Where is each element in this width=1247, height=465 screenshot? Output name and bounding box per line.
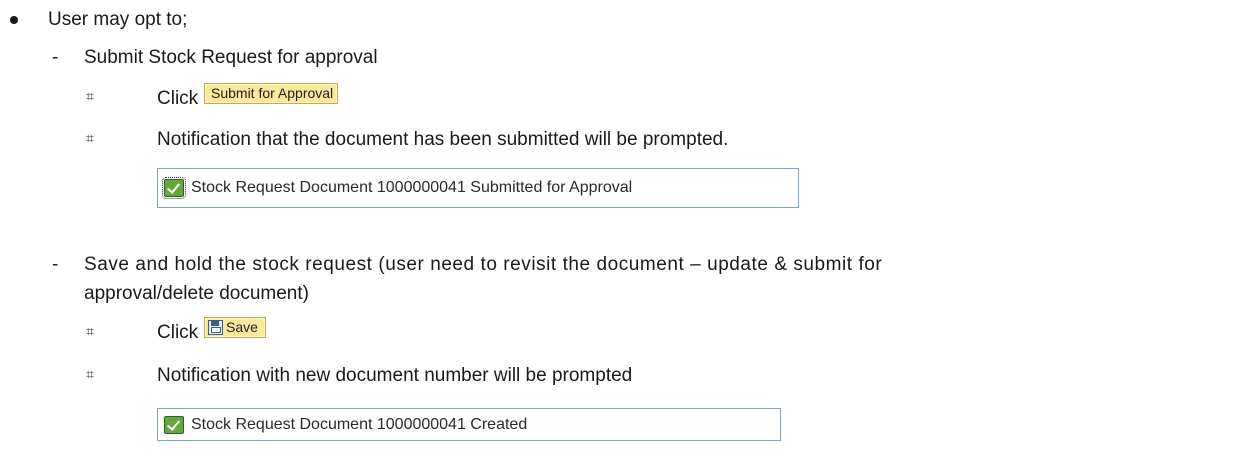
option2-heading-line2: approval/delete document) [84, 283, 309, 304]
created-message-text: Stock Request Document 1000000041 Create… [191, 415, 528, 433]
notification-text-2: Notification with new document number wi… [157, 365, 633, 386]
save-button[interactable]: Save [204, 317, 266, 338]
success-check-icon [162, 177, 186, 199]
dash-marker: - [52, 47, 59, 68]
option2-heading-line1: Save and hold the stock request (user ne… [84, 254, 883, 275]
submitted-message-bar: Stock Request Document 1000000041 Submit… [157, 168, 799, 208]
click-label: Click [157, 88, 199, 109]
option1-heading: Submit Stock Request for approval [84, 47, 378, 68]
bullet-dot [10, 16, 18, 24]
sub-bullet-icon: ⌗ [86, 131, 94, 147]
notification-text-1: Notification that the document has been … [157, 129, 729, 150]
success-check-icon [164, 415, 184, 434]
sub-bullet-icon: ⌗ [86, 367, 94, 383]
sub-bullet-icon: ⌗ [86, 324, 94, 340]
intro-text: User may opt to; [48, 9, 188, 30]
dash-marker: - [52, 254, 59, 275]
created-message-bar: Stock Request Document 1000000041 Create… [157, 408, 781, 441]
submitted-message-text: Stock Request Document 1000000041 Submit… [191, 179, 633, 196]
submit-for-approval-button[interactable]: Submit for Approval [204, 83, 338, 104]
sub-bullet-icon: ⌗ [86, 89, 94, 105]
save-button-label: Save [226, 319, 258, 335]
save-disk-icon [208, 320, 223, 335]
click-label: Click [157, 322, 199, 343]
